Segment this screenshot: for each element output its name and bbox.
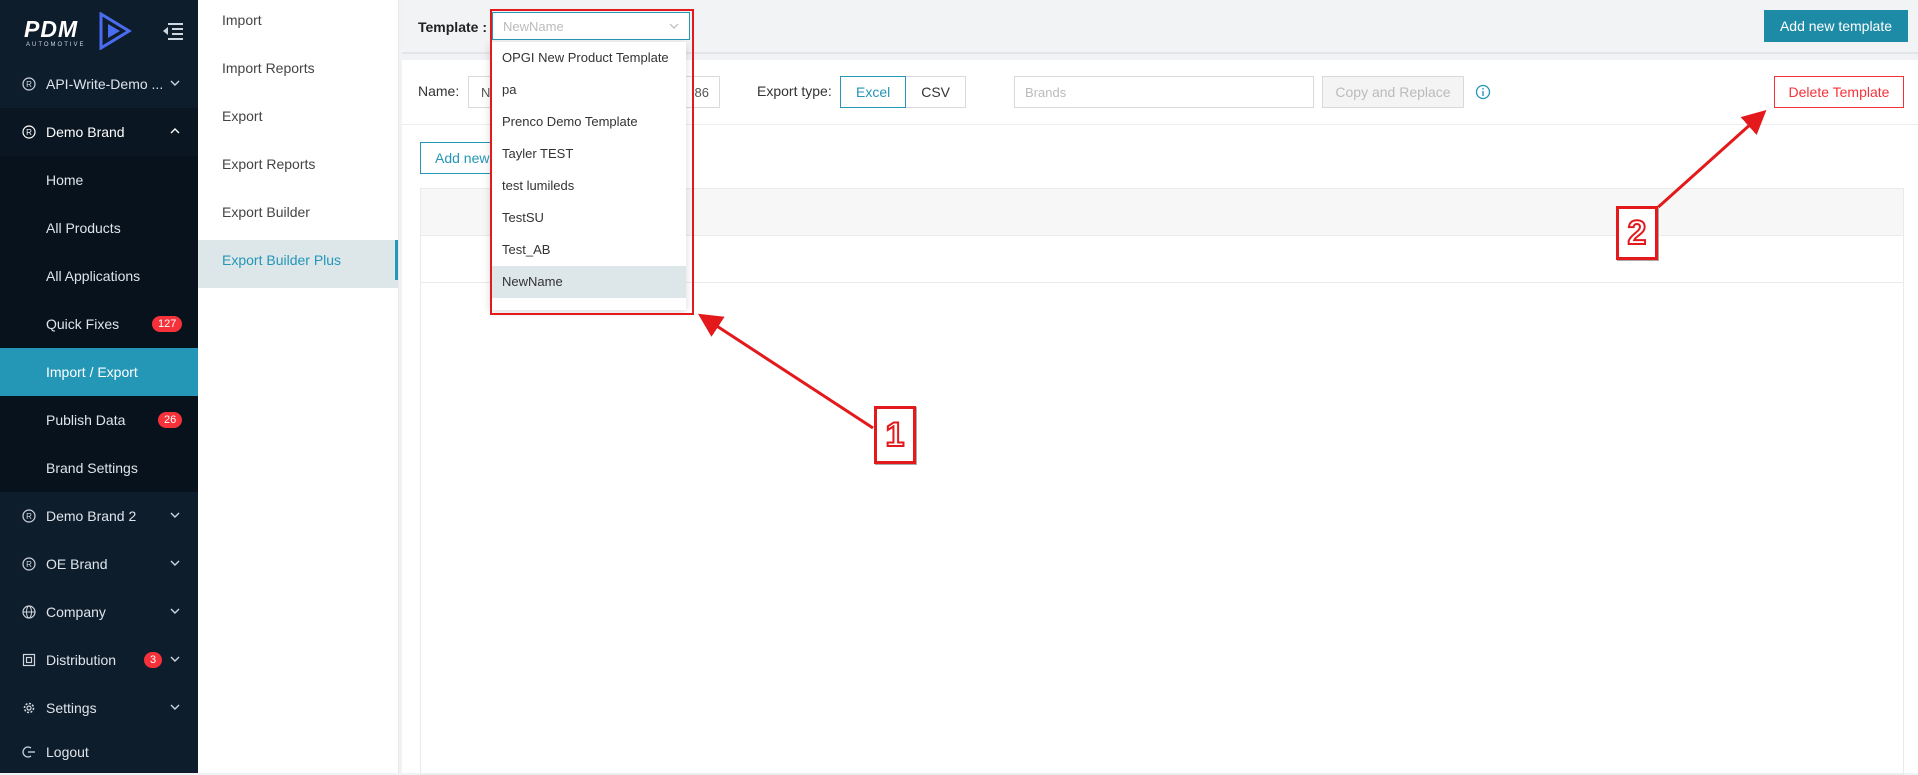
sidebar-item-demo-brand-2[interactable]: R Demo Brand 2 xyxy=(0,492,198,540)
svg-text:R: R xyxy=(26,560,32,569)
sidebar-item-home[interactable]: Home xyxy=(0,156,198,204)
registered-icon: R xyxy=(22,509,36,523)
template-option[interactable]: Test_AB xyxy=(490,234,686,266)
template-name-value-end: 86 xyxy=(694,85,709,100)
template-select[interactable]: NewName xyxy=(492,12,690,40)
svg-text:R: R xyxy=(26,80,32,89)
template-option[interactable]: test lumileds xyxy=(490,170,686,202)
subnav-item-export-reports[interactable]: Export Reports xyxy=(198,144,398,192)
distribution-count-badge: 3 xyxy=(144,652,163,668)
registered-icon: R xyxy=(22,557,36,571)
export-type-excel-button[interactable]: Excel xyxy=(840,76,907,108)
sidebar-item-company[interactable]: Company xyxy=(0,588,198,636)
sidebar-item-import-export[interactable]: Import / Export xyxy=(0,348,198,396)
export-type-csv-button[interactable]: CSV xyxy=(906,76,967,108)
template-option[interactable]: OPGI New Product Template xyxy=(490,42,686,74)
subnav-item-export-builder-plus[interactable]: Export Builder Plus xyxy=(198,240,398,288)
sidebar-item-brand-settings[interactable]: Brand Settings xyxy=(0,444,198,492)
sidebar-item-label: Demo Brand xyxy=(46,124,125,140)
callout-number-1: 1 xyxy=(874,406,916,464)
chevron-down-icon xyxy=(170,608,180,614)
sidebar-item-logout[interactable]: Logout xyxy=(0,732,198,772)
chevron-down-icon xyxy=(170,512,180,518)
template-name-value-start: N xyxy=(481,85,491,100)
sidebar-item-label: Quick Fixes xyxy=(46,316,120,332)
sidebar-item-label: Distribution xyxy=(46,652,117,668)
export-type-toggle: Excel CSV xyxy=(840,76,967,108)
subnav-item-import-reports[interactable]: Import Reports xyxy=(198,48,398,96)
chevron-down-icon xyxy=(170,80,180,86)
sidebar-item-label: Publish Data xyxy=(46,412,126,428)
add-new-template-button[interactable]: Add new template xyxy=(1764,10,1908,42)
subnav-item-export-builder[interactable]: Export Builder xyxy=(198,192,398,240)
publish-data-count-badge: 26 xyxy=(158,412,183,428)
sidebar-item-demo-brand[interactable]: R Demo Brand xyxy=(0,108,198,156)
logo-text: PDM xyxy=(24,16,79,42)
sidebar-item-label: All Applications xyxy=(46,268,141,284)
template-select-value: NewName xyxy=(503,19,564,34)
brands-select[interactable]: Brands xyxy=(1014,76,1314,108)
sidebar-item-distribution[interactable]: Distribution 3 xyxy=(0,636,198,684)
logo-subtext: AUTOMOTIVE xyxy=(26,42,86,48)
sidebar-item-publish-data[interactable]: Publish Data 26 xyxy=(0,396,198,444)
main-sidebar: PDM AUTOMOTIVE R API-Write-Demo ... R De… xyxy=(0,0,198,773)
chevron-down-icon xyxy=(170,704,180,710)
sidebar-item-label: API-Write-Demo ... xyxy=(46,76,164,92)
quick-fixes-count-badge: 127 xyxy=(152,316,183,332)
sidebar-item-label: OE Brand xyxy=(46,556,108,572)
export-type-label: Export type: xyxy=(757,83,832,99)
registered-icon: R xyxy=(22,77,36,91)
sidebar-item-label: Home xyxy=(46,172,84,188)
gear-icon xyxy=(22,701,36,715)
copy-and-replace-button[interactable]: Copy and Replace xyxy=(1322,76,1464,108)
sidebar-item-label: Import / Export xyxy=(46,364,138,380)
subnav-item-import[interactable]: Import xyxy=(198,0,398,48)
chevron-down-icon xyxy=(669,23,679,29)
svg-text:R: R xyxy=(26,128,32,137)
subnav-item-export[interactable]: Export xyxy=(198,96,398,144)
sidebar-item-label: Brand Settings xyxy=(46,460,138,476)
chevron-up-icon xyxy=(170,128,180,134)
sidebar-item-label: Company xyxy=(46,604,106,620)
brands-placeholder: Brands xyxy=(1025,85,1067,100)
pdm-logo[interactable]: PDM AUTOMOTIVE xyxy=(24,12,134,52)
name-label: Name: xyxy=(418,83,460,99)
sidebar-item-all-products[interactable]: All Products xyxy=(0,204,198,252)
template-option[interactable]: Prenco Demo Template xyxy=(490,106,686,138)
sidebar-item-label: Demo Brand 2 xyxy=(46,508,137,524)
callout-number-1-text: 1 xyxy=(885,415,906,455)
sidebar-item-oe-brand[interactable]: R OE Brand xyxy=(0,540,198,588)
template-option-selected[interactable]: NewName xyxy=(490,266,686,298)
sidebar-nav: R API-Write-Demo ... R Demo Brand Home A… xyxy=(0,60,198,772)
template-label: Template : xyxy=(418,19,487,35)
delete-template-button[interactable]: Delete Template xyxy=(1774,76,1904,108)
sidebar-item-label: Settings xyxy=(46,700,97,716)
info-icon[interactable] xyxy=(1475,84,1491,100)
template-option[interactable]: Tayler TEST xyxy=(490,138,686,170)
logo-play-icon xyxy=(99,12,132,50)
callout-number-2: 2 xyxy=(1616,206,1658,260)
template-option[interactable]: pa xyxy=(490,74,686,106)
logout-icon xyxy=(22,745,36,759)
sidebar-item-label: All Products xyxy=(46,220,121,236)
sidebar-item-all-applications[interactable]: All Applications xyxy=(0,252,198,300)
template-option[interactable]: TestSU xyxy=(490,202,686,234)
registered-icon: R xyxy=(22,125,36,139)
callout-number-2-text: 2 xyxy=(1627,213,1648,253)
import-export-subnav: Import Import Reports Export Export Repo… xyxy=(198,0,399,773)
sidebar-item-label: Logout xyxy=(46,744,89,760)
sidebar-item-api-write-demo[interactable]: R API-Write-Demo ... xyxy=(0,60,198,108)
chevron-down-icon xyxy=(170,560,180,566)
globe-icon xyxy=(22,605,36,619)
distribution-icon xyxy=(22,653,36,667)
sidebar-item-quick-fixes[interactable]: Quick Fixes 127 xyxy=(0,300,198,348)
svg-text:R: R xyxy=(26,512,32,521)
chevron-down-icon xyxy=(170,656,180,662)
menu-collapse-icon[interactable] xyxy=(162,20,184,42)
template-dropdown-menu: OPGI New Product Template pa Prenco Demo… xyxy=(490,42,686,310)
sidebar-item-settings[interactable]: Settings xyxy=(0,684,198,732)
